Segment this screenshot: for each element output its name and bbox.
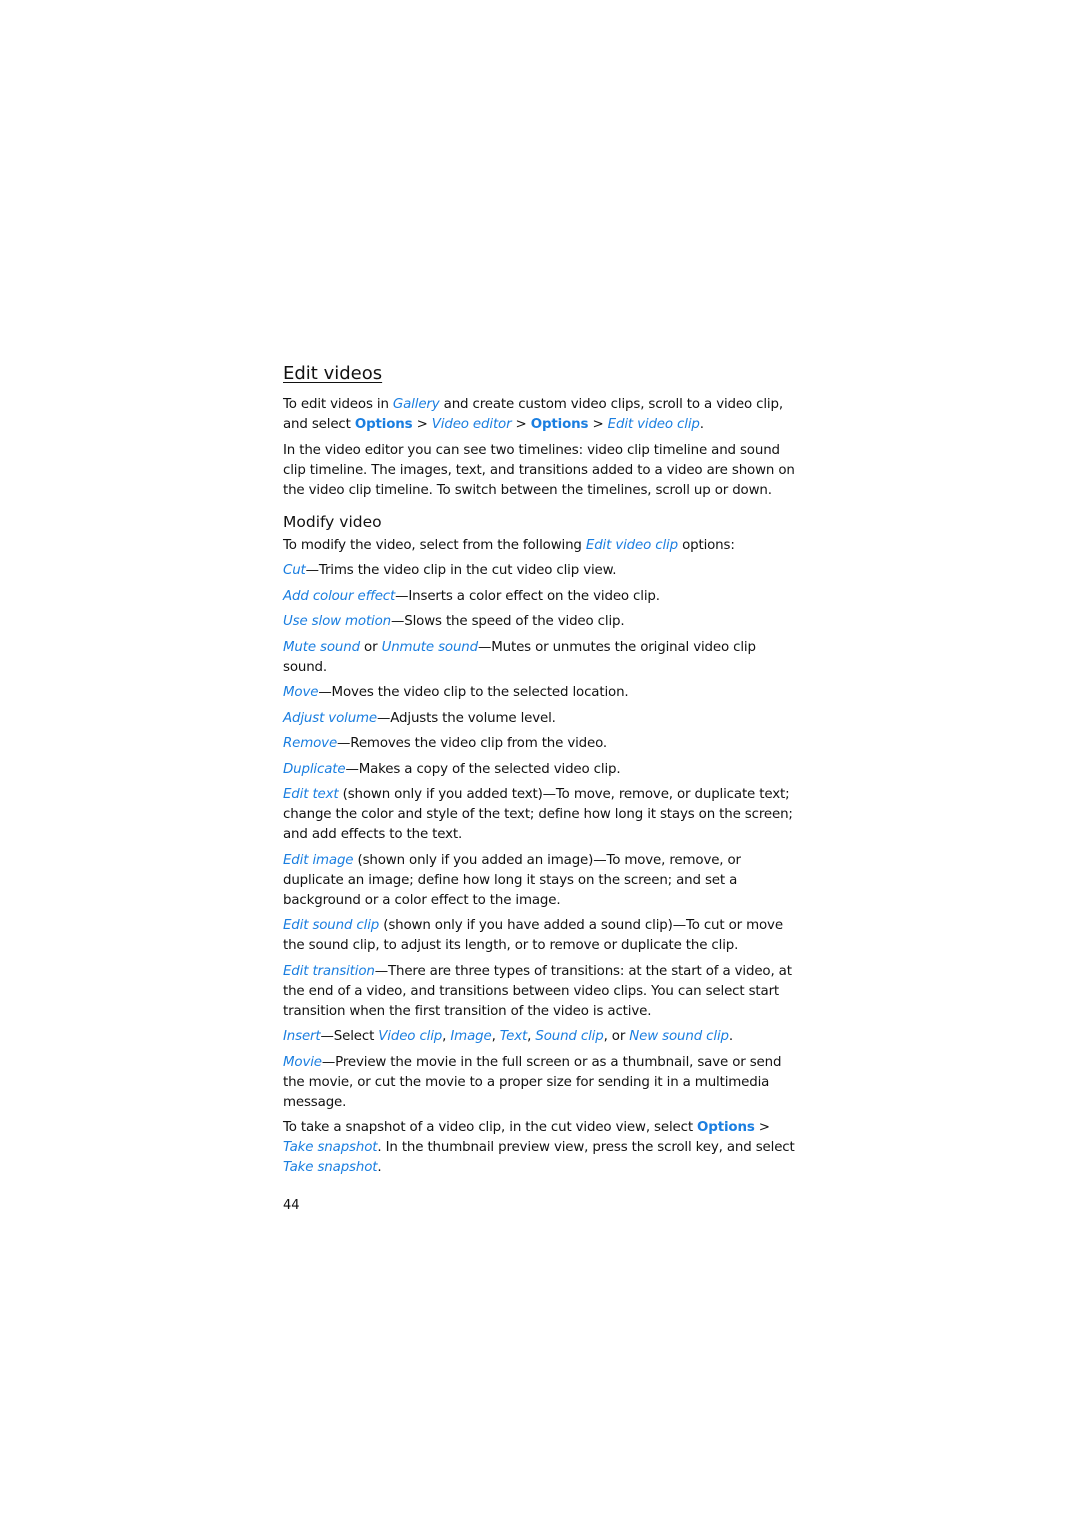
text: , or [603, 1029, 630, 1044]
move-option[interactable]: Move [283, 685, 318, 700]
text: options: [677, 537, 735, 553]
sound-clip-link[interactable]: Sound clip [535, 1029, 603, 1044]
options-menu-ref[interactable]: Options [697, 1120, 755, 1135]
option-desc: —Trims the video clip in the cut video c… [305, 563, 617, 578]
option-item: Add colour effect—Inserts a color effect… [283, 587, 803, 607]
manual-page: Edit videos To edit videos in Gallery an… [283, 362, 803, 1213]
section-title: Edit videos [283, 363, 383, 384]
option-item: Mute sound or Unmute sound—Mutes or unmu… [283, 638, 803, 678]
edit-video-clip-link[interactable]: Edit video clip [608, 417, 700, 432]
text: . In the thumbnail preview view, press t… [377, 1140, 795, 1155]
gallery-link[interactable]: Gallery [393, 397, 440, 412]
page-number: 44 [283, 1198, 300, 1213]
option-desc: —Removes the video clip from the video. [337, 736, 608, 751]
option-item: Movie—Preview the movie in the full scre… [283, 1053, 803, 1113]
option-item: Edit text (shown only if you added text)… [283, 785, 803, 845]
add-colour-effect-option[interactable]: Add colour effect [283, 589, 395, 604]
option-desc: —Preview the movie in the full screen or… [283, 1054, 782, 1110]
take-snapshot-link[interactable]: Take snapshot [283, 1140, 378, 1155]
edit-image-option[interactable]: Edit image [283, 853, 354, 868]
option-item: Insert—Select Video clip, Image, Text, S… [283, 1027, 803, 1047]
text: —Select [320, 1029, 379, 1044]
movie-option[interactable]: Movie [283, 1055, 322, 1070]
image-link[interactable]: Image [450, 1029, 491, 1044]
option-item: Duplicate—Makes a copy of the selected v… [283, 760, 803, 780]
use-slow-motion-option[interactable]: Use slow motion [283, 614, 391, 629]
text: . [728, 1029, 733, 1044]
option-item: Edit transition—There are three types of… [283, 962, 803, 1022]
text: . [699, 417, 704, 432]
insert-option[interactable]: Insert [283, 1029, 321, 1044]
option-item: Remove—Removes the video clip from the v… [283, 734, 803, 754]
timelines-paragraph: In the video editor you can see two time… [283, 442, 795, 498]
modify-video-heading: Modify video [283, 512, 382, 531]
option-desc: —Inserts a color effect on the video cli… [395, 588, 660, 604]
video-clip-link[interactable]: Video clip [378, 1029, 442, 1044]
unmute-sound-option[interactable]: Unmute sound [382, 640, 479, 655]
separator: > [511, 417, 531, 432]
option-item: Use slow motion—Slows the speed of the v… [283, 612, 803, 632]
duplicate-option[interactable]: Duplicate [283, 762, 346, 777]
option-desc: —Slows the speed of the video clip. [391, 614, 625, 629]
edit-sound-clip-option[interactable]: Edit sound clip [283, 918, 379, 933]
text: To take a snapshot of a video clip, in t… [283, 1120, 698, 1135]
cut-option[interactable]: Cut [283, 563, 306, 578]
option-item: Move—Moves the video clip to the selecte… [283, 683, 803, 703]
edit-transition-option[interactable]: Edit transition [283, 964, 375, 979]
intro-paragraph: To edit videos in Gallery and create cus… [283, 395, 803, 435]
options-menu-ref[interactable]: Options [355, 417, 413, 432]
option-item: Edit image (shown only if you added an i… [283, 851, 803, 911]
text-link[interactable]: Text [500, 1029, 527, 1044]
edit-video-clip-link[interactable]: Edit video clip [586, 538, 678, 553]
separator: > [412, 417, 432, 432]
remove-option[interactable]: Remove [283, 736, 337, 751]
separator: > [754, 1120, 770, 1135]
option-item: Edit sound clip (shown only if you have … [283, 916, 803, 956]
options-menu-ref[interactable]: Options [531, 417, 589, 432]
option-desc: —Makes a copy of the selected video clip… [345, 761, 621, 777]
option-item: Adjust volume—Adjusts the volume level. [283, 709, 803, 729]
option-desc: —Moves the video clip to the selected lo… [318, 685, 629, 700]
text: To modify the video, select from the fol… [283, 537, 586, 553]
snapshot-paragraph: To take a snapshot of a video clip, in t… [283, 1118, 803, 1178]
take-snapshot-link[interactable]: Take snapshot [283, 1160, 378, 1175]
text: , [491, 1029, 500, 1044]
new-sound-clip-link[interactable]: New sound clip [629, 1029, 729, 1044]
modify-intro: To modify the video, select from the fol… [283, 536, 803, 556]
separator: > [588, 417, 608, 432]
text: . [377, 1160, 382, 1175]
adjust-volume-option[interactable]: Adjust volume [283, 711, 377, 726]
option-desc: —Adjusts the volume level. [377, 710, 556, 726]
option-item: Cut—Trims the video clip in the cut vide… [283, 561, 803, 581]
video-editor-link[interactable]: Video editor [432, 417, 512, 432]
text: To edit videos in [283, 397, 393, 412]
text: or [359, 639, 382, 655]
option-desc: (shown only if you added text)—To move, … [283, 787, 793, 842]
mute-sound-option[interactable]: Mute sound [283, 640, 360, 655]
edit-text-option[interactable]: Edit text [283, 787, 339, 802]
